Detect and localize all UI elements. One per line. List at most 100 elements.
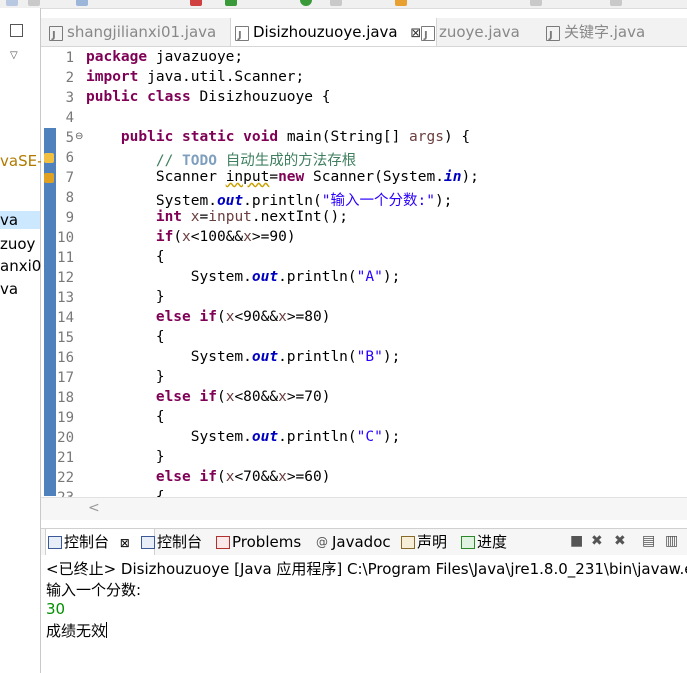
- close-tab-icon[interactable]: ⊠: [120, 536, 130, 550]
- explorer-item[interactable]: zuoy: [0, 235, 35, 253]
- code-token: "A": [356, 269, 383, 285]
- code-token: );: [382, 429, 401, 445]
- code-token: 自动生成的方法存根: [216, 153, 357, 169]
- run-icon[interactable]: [300, 0, 312, 6]
- tab-zuoye[interactable]: zuoye.java: [417, 18, 520, 50]
- code-token: void: [243, 129, 279, 145]
- code-token: main(String[]: [278, 129, 410, 145]
- tab-declaration[interactable]: 声明: [399, 529, 447, 555]
- editor-horizontal-scrollbar[interactable]: [41, 497, 687, 520]
- code-line: System.out.println("输入一个分数:");: [86, 189, 453, 210]
- line-number: 4: [65, 110, 74, 126]
- declaration-icon: [401, 536, 415, 549]
- code-token: =: [199, 209, 209, 225]
- code-line: public static void main(String[] args) {: [86, 129, 470, 145]
- toolbar-button-icon[interactable]: [330, 0, 342, 6]
- terminate-icon[interactable]: ■: [570, 533, 583, 549]
- line-number: 2: [65, 70, 74, 86]
- code-token: <70&&: [234, 469, 279, 485]
- code-token: .println(: [278, 349, 357, 365]
- code-token: "B": [356, 349, 383, 365]
- code-token: >=70): [286, 389, 331, 405]
- line-number: 3: [65, 90, 74, 106]
- tab-keywords[interactable]: 关键字.java: [542, 18, 645, 50]
- code-token: {: [86, 409, 165, 425]
- code-token: {: [86, 329, 165, 345]
- code-token: int: [155, 209, 183, 225]
- code-token: <90&&: [234, 309, 279, 325]
- code-line: // TODO 自动生成的方法存根: [86, 149, 356, 170]
- code-token: package: [86, 49, 148, 65]
- explorer-item[interactable]: va: [0, 280, 18, 298]
- clear-console-icon[interactable]: ▤: [642, 533, 655, 549]
- code-token: .println(: [278, 429, 357, 445]
- view-menu-chevron-icon[interactable]: ▽: [10, 50, 18, 61]
- code-token: );: [461, 169, 479, 185]
- code-token: public: [120, 129, 174, 145]
- code-token: "输入一个分数:": [321, 193, 435, 209]
- line-number: 14: [57, 310, 74, 326]
- code-line: System.out.println("A");: [86, 269, 401, 285]
- code-line: }: [86, 369, 165, 385]
- code-token: out: [251, 429, 279, 445]
- code-token: x: [243, 229, 252, 245]
- remove-launch-icon[interactable]: ✖: [591, 533, 603, 549]
- toolbar-button-icon[interactable]: [76, 0, 88, 6]
- scroll-left-icon[interactable]: <: [88, 500, 100, 516]
- toolbar-button-icon[interactable]: [225, 0, 237, 6]
- toolbar-button-icon[interactable]: [6, 0, 18, 6]
- tab-console[interactable]: 控制台: [139, 529, 202, 555]
- tab-problems[interactable]: Problems: [214, 529, 301, 555]
- console-line-text: 成绩无效: [46, 622, 107, 640]
- tab-javadoc[interactable]: @ Javadoc: [314, 529, 391, 555]
- code-token: >=90): [251, 229, 296, 245]
- code-token: {: [86, 249, 165, 265]
- code-token: class: [147, 89, 191, 105]
- toolbar-button-icon[interactable]: [190, 0, 202, 6]
- code-token: else: [155, 469, 191, 485]
- fold-toggle-icon[interactable]: ⊖: [75, 131, 83, 142]
- code-token: //: [155, 153, 183, 169]
- toolbar-button-icon[interactable]: [395, 0, 407, 6]
- remove-all-icon[interactable]: ✖: [614, 533, 626, 549]
- code-token: public: [86, 89, 139, 105]
- console-line: 成绩无效: [46, 620, 108, 641]
- code-token: if: [199, 469, 217, 485]
- explorer-item[interactable]: vaSE-: [0, 152, 42, 170]
- code-token: javazuoye;: [147, 49, 244, 65]
- line-number: 12: [57, 270, 74, 286]
- tab-shangjilianxi01[interactable]: shangjilianxi01.java: [45, 18, 216, 50]
- java-file-icon: [49, 22, 63, 50]
- toolbar-button-icon[interactable]: [530, 0, 542, 6]
- line-number: 18: [57, 390, 74, 406]
- line-number: 16: [57, 350, 74, 366]
- code-token: <80&&: [234, 389, 279, 405]
- tab-progress[interactable]: 进度: [459, 529, 507, 555]
- toolbar-button-icon[interactable]: [610, 0, 622, 6]
- code-token: System.: [86, 429, 252, 445]
- scroll-lock-icon[interactable]: ▥: [665, 533, 678, 549]
- toolbar-button-icon[interactable]: [28, 0, 40, 6]
- explorer-item-selected[interactable]: va: [0, 211, 40, 229]
- code-token: static: [182, 129, 235, 145]
- tab-disizhouzuoye[interactable]: Disizhouzuoye.java ⊠: [230, 18, 437, 50]
- minimize-icon[interactable]: [10, 24, 23, 37]
- code-token: );: [382, 349, 401, 365]
- code-token: >=80): [286, 309, 331, 325]
- code-token: x: [278, 469, 287, 485]
- explorer-item[interactable]: anxi0: [0, 257, 41, 275]
- code-line: {: [86, 409, 165, 425]
- line-number: 9: [65, 210, 74, 226]
- code-line: package javazuoye;: [86, 49, 243, 65]
- line-number: 8: [65, 190, 74, 206]
- code-token: args: [409, 129, 444, 145]
